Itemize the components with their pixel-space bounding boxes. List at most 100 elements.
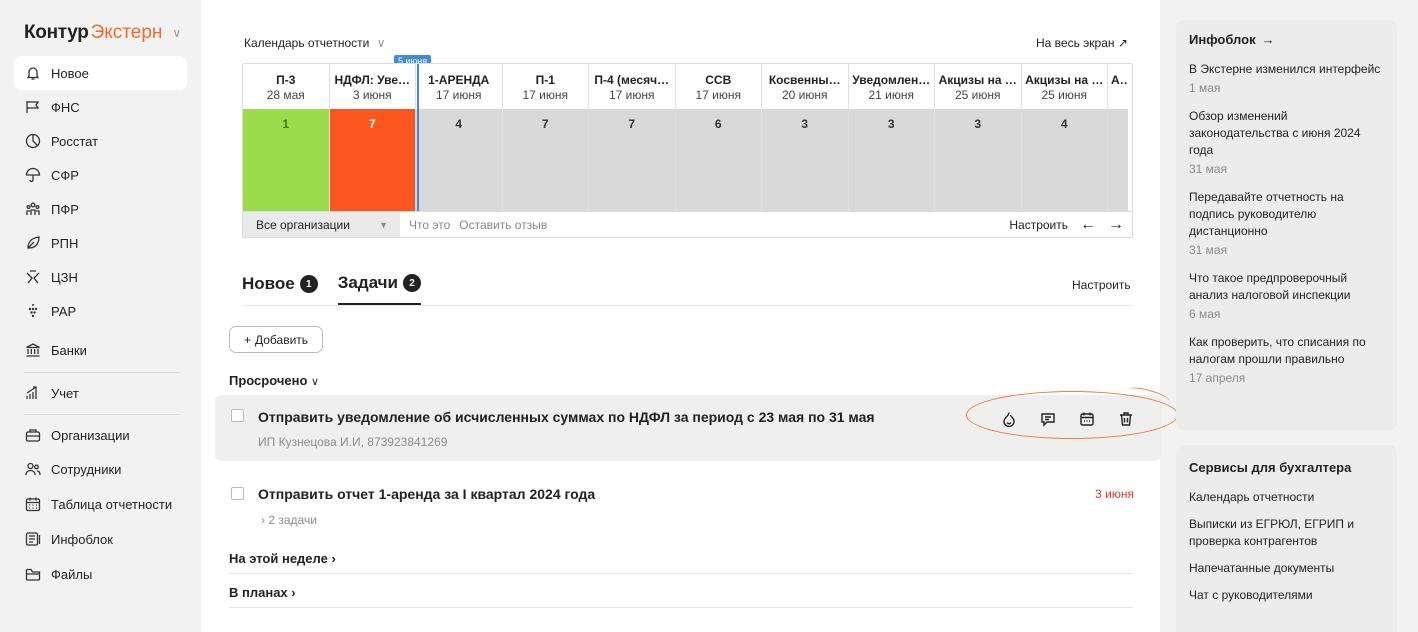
add-task-button[interactable]: + Добавить: [229, 326, 323, 353]
report-name: НДФЛ: Уве…: [334, 73, 411, 87]
report-count[interactable]: 6: [675, 109, 761, 211]
section-planned[interactable]: В планах ›: [229, 585, 296, 600]
task-checkbox[interactable]: [231, 487, 244, 500]
sidebar-item-infoblock[interactable]: Инфоблок: [14, 522, 187, 556]
infoblock-title: Инфоблок: [1189, 32, 1256, 47]
sidebar-item-new[interactable]: Новое: [14, 56, 187, 90]
report-name: Акцизы на …: [1025, 73, 1104, 87]
report-count[interactable]: 3: [762, 109, 848, 211]
service-link[interactable]: Напечатанные документы: [1189, 560, 1384, 577]
infoblock-item[interactable]: Передавайте отчетность на подпись руково…: [1189, 189, 1384, 257]
sidebar-item-pfr[interactable]: ПФР: [14, 192, 187, 226]
calendar-column[interactable]: П-1 17 июня 7: [502, 64, 589, 211]
sidebar-item-fns[interactable]: ФНС: [14, 90, 187, 124]
people-icon: [24, 200, 42, 218]
service-link[interactable]: Календарь отчетности: [1189, 489, 1384, 506]
tab-new[interactable]: Новое 1: [242, 273, 318, 305]
arrow-left-icon[interactable]: ←: [1080, 216, 1096, 234]
employees-icon: [24, 460, 42, 478]
fullscreen-label: На весь экран: [1036, 36, 1115, 50]
calendar-column[interactable]: П-4 (месяч… 17 июня 7: [589, 64, 676, 211]
report-deadline: 25 июня: [1041, 88, 1087, 102]
calendar-icon[interactable]: [1077, 409, 1097, 429]
tabs: Новое 1 Задачи 2: [242, 273, 421, 305]
what-is-link[interactable]: Что это: [409, 218, 450, 232]
task-checkbox[interactable]: [231, 409, 244, 422]
sidebar-item-sfr[interactable]: СФР: [14, 158, 187, 192]
section-this-week[interactable]: На этой неделе ›: [229, 551, 336, 566]
sidebar-item-rosstat[interactable]: Росстат: [14, 124, 187, 158]
service-link[interactable]: Чат с руководителями: [1189, 587, 1384, 604]
calendar-column-header: Акцизы на … 25 июня: [1021, 64, 1107, 109]
report-count[interactable]: 7: [329, 109, 415, 211]
report-count[interactable]: 4: [1021, 109, 1107, 211]
sidebar-item-rar[interactable]: РАР: [14, 294, 187, 328]
calendar-configure-button[interactable]: Настроить: [1009, 218, 1068, 232]
section-planned-label: В планах: [229, 585, 288, 600]
sidebar-item-employees[interactable]: Сотрудники: [14, 452, 187, 486]
organization-select[interactable]: Все организации ▼: [243, 212, 400, 237]
sidebar-item-files[interactable]: Файлы: [14, 557, 187, 591]
report-name: Уведомлен…: [852, 73, 931, 87]
report-count[interactable]: 7: [502, 109, 588, 211]
pie-chart-icon: [24, 132, 42, 150]
calendar-column[interactable]: 1-АРЕНДА 17 июня 4: [416, 64, 503, 211]
sidebar-item-rpn[interactable]: РПН: [14, 226, 187, 260]
report-count[interactable]: 3: [848, 109, 934, 211]
sidebar-item-report-table[interactable]: Таблица отчетности: [14, 487, 187, 521]
tasks-configure-button[interactable]: Настроить: [1072, 278, 1131, 292]
chevron-right-icon: ›: [291, 585, 296, 600]
sidebar-item-organizations[interactable]: Организации: [14, 418, 187, 452]
calendar-column-header: Акцизы на … 25 июня: [935, 64, 1021, 109]
sidebar-item-banks[interactable]: Банки: [14, 333, 187, 367]
report-count[interactable]: 3: [935, 109, 1021, 211]
report-deadline: 17 июня: [695, 88, 741, 102]
infoblock-item-text: Что такое предпроверочный анализ налогов…: [1189, 271, 1351, 302]
brand-logo[interactable]: Контур Экстерн ∨: [24, 22, 181, 44]
calendar-column[interactable]: НДФЛ: Уве… 3 июня 7: [329, 64, 416, 211]
task-title: Отправить отчет 1-аренда за I квартал 20…: [258, 486, 596, 502]
infoblock-item[interactable]: Что такое предпроверочный анализ налогов…: [1189, 270, 1384, 321]
infoblock-header[interactable]: Инфоблок →: [1189, 32, 1384, 47]
trash-icon[interactable]: [1116, 409, 1136, 429]
report-count[interactable]: 4: [416, 109, 502, 211]
subtasks-count: 2 задачи: [268, 513, 317, 527]
report-deadline: 17 июня: [522, 88, 568, 102]
arrow-right-icon[interactable]: →: [1108, 216, 1124, 234]
section-overdue[interactable]: Просрочено ∨: [229, 373, 319, 388]
infoblock-item[interactable]: В Экстерне изменился интерфейс 1 мая: [1189, 61, 1384, 95]
calendar-column[interactable]: Акцизы на … 25 июня 3: [935, 64, 1022, 211]
calendar-column[interactable]: Уведомлен… 21 июня 3: [848, 64, 935, 211]
fullscreen-button[interactable]: На весь экран ↗: [1036, 36, 1128, 50]
calendar-column[interactable]: П-3 28 мая 1: [243, 64, 330, 211]
task-row[interactable]: Отправить уведомление об исчисленных сум…: [215, 395, 1161, 461]
report-count[interactable]: 1: [243, 109, 329, 211]
main-content: Календарь отчетности ∨ На весь экран ↗ 5…: [201, 0, 1161, 632]
calendar-dropdown[interactable]: Календарь отчетности ∨: [244, 36, 385, 50]
chevron-down-icon: ∨: [172, 26, 182, 40]
calendar-column[interactable]: ССВ 17 июня 6: [675, 64, 762, 211]
feedback-link[interactable]: Оставить отзыв: [459, 218, 547, 232]
tab-tasks[interactable]: Задачи 2: [337, 273, 421, 305]
task-row[interactable]: Отправить отчет 1-аренда за I квартал 20…: [215, 480, 1161, 540]
sidebar-item-label: Банки: [51, 342, 87, 358]
plus-icon: +: [243, 332, 251, 347]
report-count[interactable]: [1108, 109, 1128, 211]
calendar-column[interactable]: Акцизы на … 25 июня 4: [1021, 64, 1108, 211]
umbrella-icon: [24, 166, 42, 184]
infoblock-item[interactable]: Как проверить, что списания по налогам п…: [1189, 334, 1384, 385]
calendar-column[interactable]: Акі: [1108, 64, 1128, 211]
report-name: П-1: [535, 73, 555, 87]
services-card: Сервисы для бухгалтера Календарь отчетно…: [1176, 445, 1397, 632]
fire-icon[interactable]: [999, 409, 1019, 429]
infoblock-item[interactable]: Обзор изменений законодательства с июня …: [1189, 108, 1384, 176]
subtasks-toggle[interactable]: › 2 задачи: [261, 513, 317, 527]
comment-icon[interactable]: [1038, 409, 1058, 429]
sidebar-item-czn[interactable]: ЦЗН: [14, 260, 187, 294]
calendar-column[interactable]: Косвенны… 20 июня 3: [762, 64, 849, 211]
infoblock-icon: [24, 530, 42, 548]
report-count[interactable]: 7: [589, 109, 675, 211]
sidebar-item-accounting[interactable]: Учет: [14, 376, 187, 410]
calendar-column-header: Уведомлен… 21 июня: [848, 64, 934, 109]
service-link[interactable]: Выписки из ЕГРЮЛ, ЕГРИП и проверка контр…: [1189, 516, 1384, 550]
